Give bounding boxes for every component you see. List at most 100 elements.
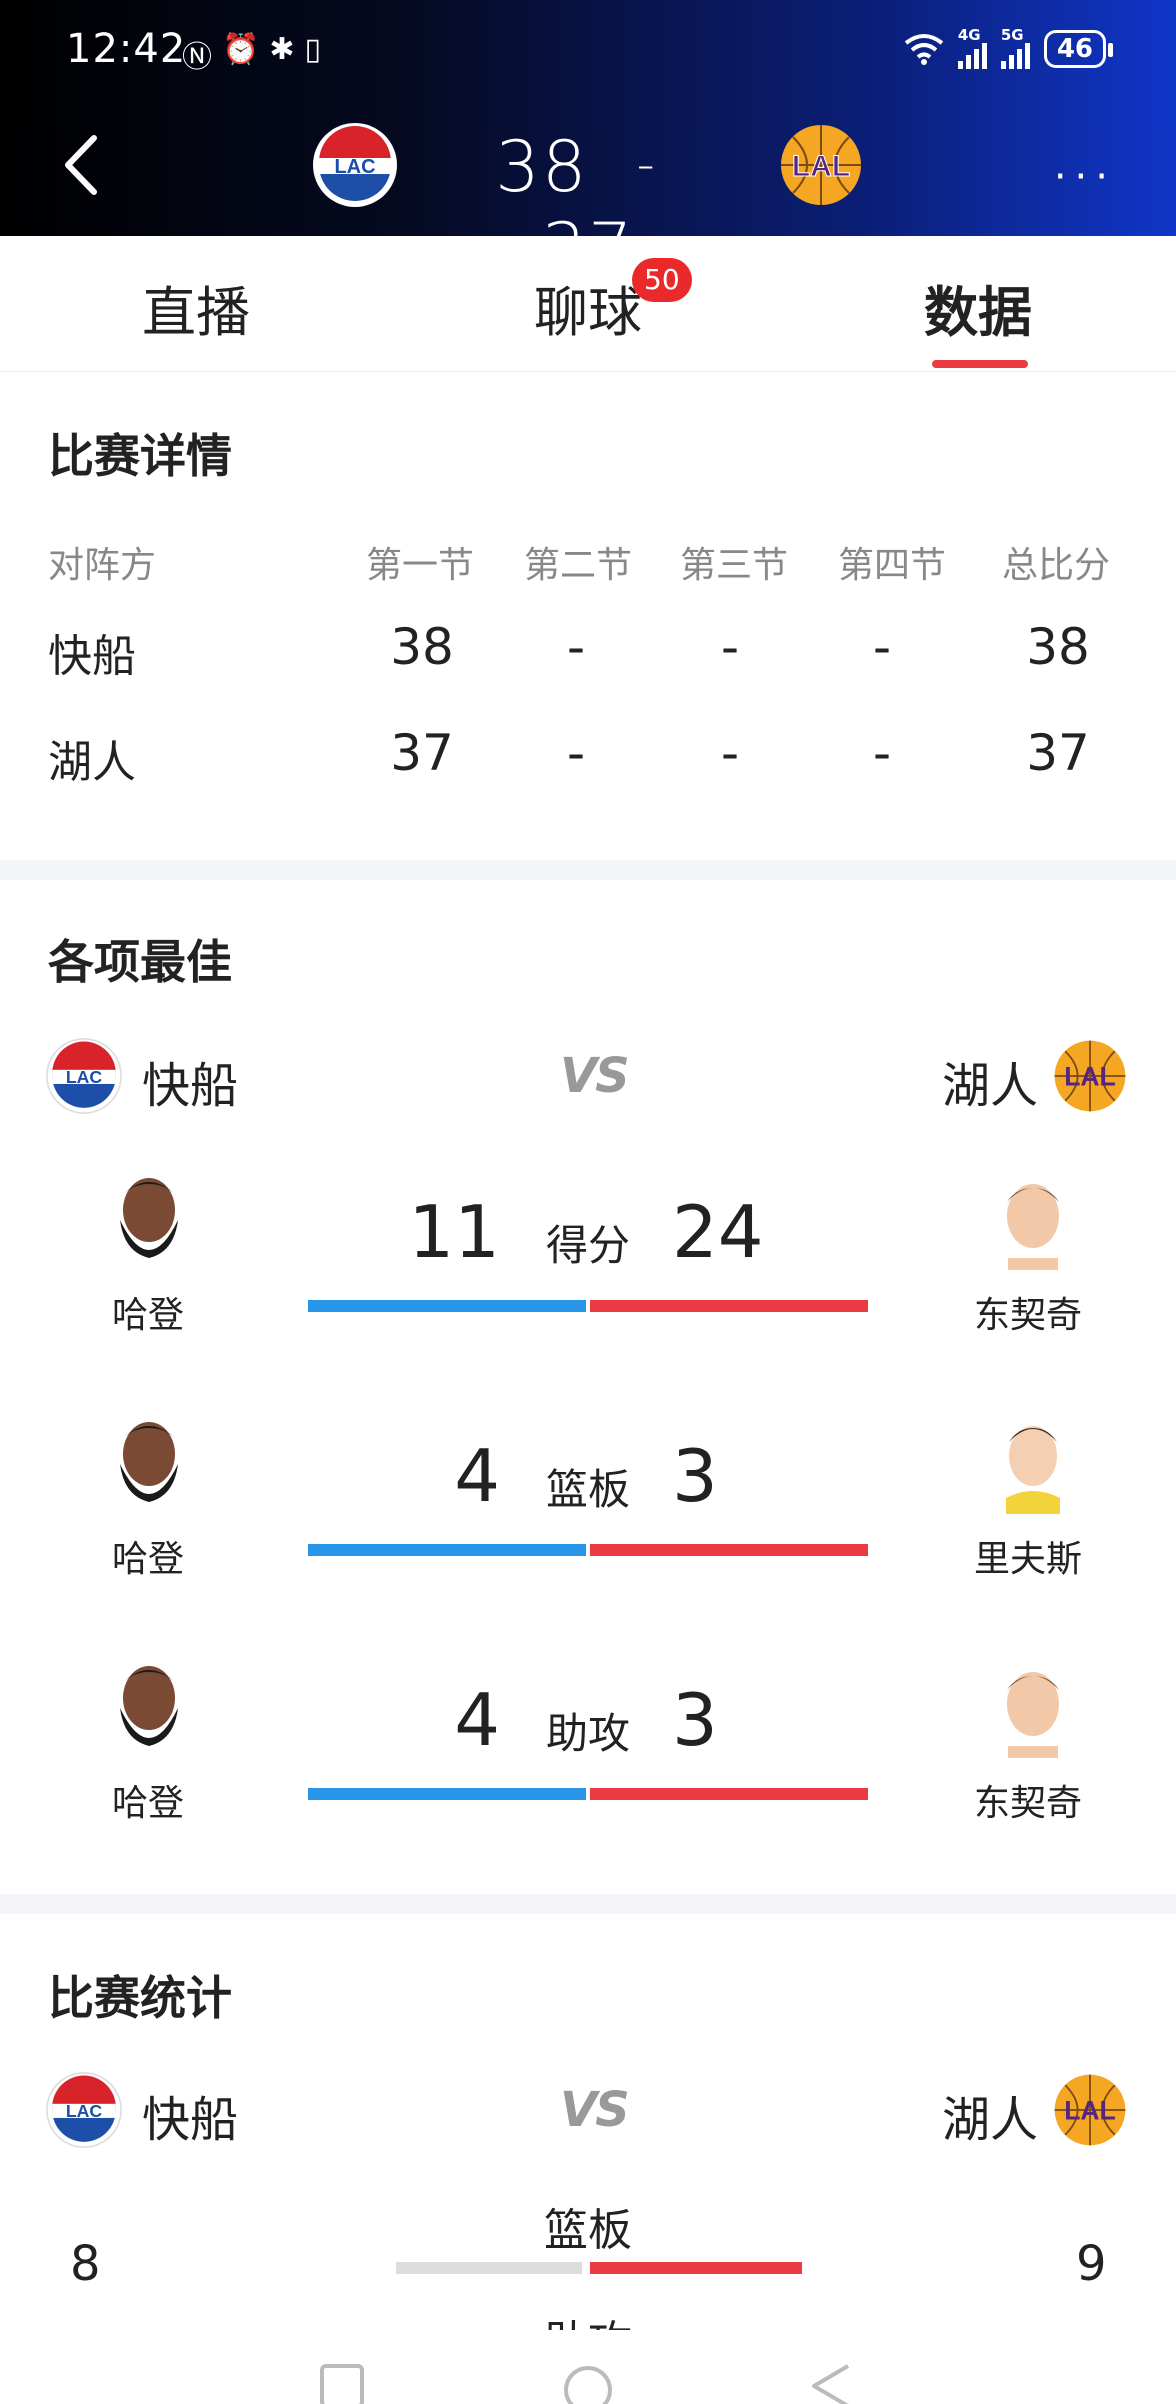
away-leader-bar <box>590 1788 868 1800</box>
alarm-icon: ⏰ <box>222 32 260 67</box>
home-score: 38 <box>495 126 589 208</box>
home-leader-bar <box>308 1788 586 1800</box>
away-leader-bar <box>590 1300 868 1312</box>
game-header: 12:42 Ⓝ ⏰ ✱ ▯ 4G 5G 46 LAC 38 - 37 LAL ·… <box>0 0 1176 290</box>
stats-home-team: 快船 <box>142 2092 239 2148</box>
away-q3: - <box>720 724 740 782</box>
player-avatar-harden <box>120 1666 178 1746</box>
home-logo-text: LAC <box>334 156 375 178</box>
away-leader-name: 东契奇 <box>973 1295 1082 1336</box>
col-q3: 第三节 <box>680 545 789 586</box>
svg-text:LAC: LAC <box>66 2101 103 2121</box>
home-leader-bar <box>308 1544 586 1556</box>
leader-category: 得分 <box>545 1221 630 1270</box>
stats-vs: VS <box>560 2082 630 2138</box>
away-leader-value: 3 <box>672 1434 718 1518</box>
lakers-logo-small: LAL <box>1054 2074 1126 2146</box>
bluetooth-icon: ✱ <box>269 32 295 67</box>
net-4g-label: 4G <box>957 26 981 44</box>
home-total: 38 <box>1026 618 1090 676</box>
clippers-logo-small: LAC <box>46 1038 122 1114</box>
clippers-logo[interactable]: LAC <box>312 122 398 208</box>
stat-category: 篮板 <box>544 2205 632 2256</box>
leader-row-rebounds[interactable]: 哈登 4 篮板 3 里夫斯 <box>0 1414 1176 1654</box>
leaders-away-team: 湖人 <box>942 1058 1039 1114</box>
player-avatar-harden <box>120 1178 178 1258</box>
leader-row-points[interactable]: 哈登 11 得分 24 东契奇 <box>0 1170 1176 1410</box>
home-q4: - <box>872 618 892 676</box>
battery-icon: 46 <box>1043 29 1114 68</box>
leader-category: 篮板 <box>545 1465 630 1514</box>
back-icon[interactable] <box>808 2364 852 2404</box>
leaders-vs: VS <box>560 1048 630 1104</box>
col-q4: 第四节 <box>838 545 947 586</box>
tab-bar: 直播 聊球 50 数据 <box>0 236 1176 372</box>
section-divider <box>0 1894 1176 1914</box>
active-tab-indicator <box>932 360 1028 368</box>
player-avatar-doncic <box>1007 1184 1059 1270</box>
col-q2: 第二节 <box>524 545 633 586</box>
stat-home-bar <box>396 2262 582 2274</box>
stat-away-bar <box>590 2262 802 2274</box>
svg-text:LAL: LAL <box>1064 2096 1116 2126</box>
home-leader-name: 哈登 <box>111 1783 184 1824</box>
away-logo-text: LAL <box>792 150 850 183</box>
home-leader-name: 哈登 <box>111 1539 184 1580</box>
team-stats-title: 比赛统计 <box>48 1971 232 2025</box>
away-leader-name: 东契奇 <box>973 1783 1082 1824</box>
away-leader-bar <box>590 1544 868 1556</box>
section-divider <box>0 860 1176 880</box>
back-arrow-icon[interactable] <box>56 130 106 200</box>
col-matchup: 对阵方 <box>48 545 157 586</box>
status-bar: 12:42 Ⓝ ⏰ ✱ ▯ 4G 5G 46 <box>0 0 1176 100</box>
score-bar: LAC 38 - 37 LAL ··· <box>0 110 1176 290</box>
system-nav-bar <box>0 2330 1176 2404</box>
home-q1: 38 <box>390 618 454 676</box>
stat-away-value: 9 <box>1076 2236 1107 2292</box>
svg-text:LAC: LAC <box>66 1067 103 1087</box>
wifi-icon <box>904 33 944 65</box>
clock: 12:42 <box>66 26 187 72</box>
stats-away-team: 湖人 <box>942 2092 1039 2148</box>
away-leader-name: 里夫斯 <box>973 1539 1082 1580</box>
away-q4: - <box>872 724 892 782</box>
leader-row-assists[interactable]: 哈登 4 助攻 3 东契奇 <box>0 1658 1176 1898</box>
system-icons: 4G 5G 46 <box>904 26 1114 69</box>
stat-home-value: 8 <box>70 2236 101 2292</box>
lakers-logo[interactable]: LAL <box>778 122 864 208</box>
svg-text:LAL: LAL <box>1064 1062 1116 1092</box>
tab-chat[interactable]: 聊球 <box>534 268 642 347</box>
home-leader-value: 11 <box>408 1190 500 1274</box>
tab-live[interactable]: 直播 <box>142 268 250 347</box>
away-leader-value: 3 <box>672 1678 718 1762</box>
vibrate-icon: ▯ <box>304 32 322 67</box>
recent-apps-icon[interactable] <box>318 2364 366 2404</box>
player-avatar-reaves <box>1006 1426 1060 1514</box>
col-q1: 第一节 <box>366 545 475 586</box>
clippers-logo-small: LAC <box>46 2072 122 2148</box>
game-details-title: 比赛详情 <box>48 429 232 483</box>
signal-4g-icon: 4G <box>957 26 987 69</box>
lakers-logo-small: LAL <box>1054 1040 1126 1112</box>
away-leader-value: 24 <box>672 1190 764 1274</box>
leaders-home-team: 快船 <box>142 1058 239 1114</box>
home-icon[interactable] <box>562 2364 614 2404</box>
away-q2: - <box>566 724 586 782</box>
leaders-title: 各项最佳 <box>48 935 232 989</box>
row-away-team: 湖人 <box>48 737 136 788</box>
net-5g-label: 5G <box>1000 26 1024 44</box>
away-total: 37 <box>1026 724 1090 782</box>
home-leader-value: 4 <box>454 1434 500 1518</box>
col-total: 总比分 <box>1002 545 1111 586</box>
player-avatar-doncic <box>1007 1672 1059 1758</box>
tab-data[interactable]: 数据 <box>924 268 1032 347</box>
more-options-icon[interactable]: ··· <box>1054 154 1116 200</box>
leader-category: 助攻 <box>545 1709 630 1758</box>
home-leader-value: 4 <box>454 1678 500 1762</box>
home-leader-name: 哈登 <box>111 1295 184 1336</box>
home-q2: - <box>566 618 586 676</box>
home-leader-bar <box>308 1300 586 1312</box>
score-separator: - <box>636 135 657 193</box>
player-avatar-harden <box>120 1422 178 1502</box>
nfc-icon: Ⓝ <box>182 40 212 75</box>
